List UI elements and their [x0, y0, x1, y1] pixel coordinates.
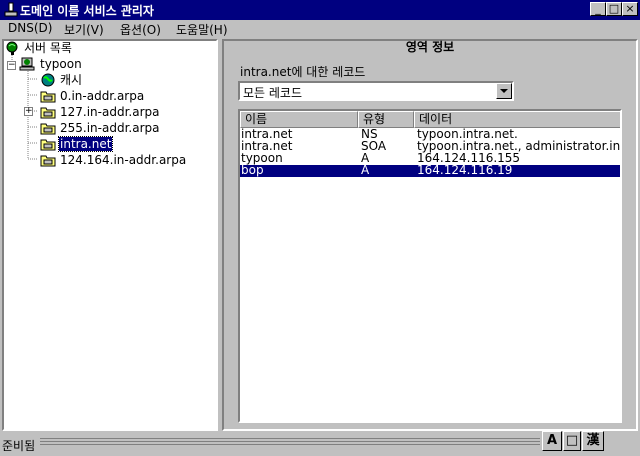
records-label: intra.net에 대한 레코드	[240, 65, 366, 79]
tree-node-cache[interactable]: 캐시	[60, 73, 82, 87]
ime-alpha-button[interactable]: A	[542, 431, 562, 451]
cell-name: bop	[241, 164, 264, 177]
column-header-type[interactable]: 유형	[358, 111, 414, 128]
dns-app-icon	[4, 2, 18, 17]
record-filter-value: 모든 레코드	[243, 86, 303, 100]
title-bar: 도메인 이름 서비스 관리자 _ □ ×	[0, 0, 640, 20]
tree-node-zone[interactable]: 255.in-addr.arpa	[60, 121, 159, 135]
window-title: 도메인 이름 서비스 관리자	[20, 4, 154, 18]
tree-node-zone[interactable]: 0.in-addr.arpa	[60, 89, 144, 103]
zone-folder-icon	[40, 139, 56, 151]
column-header-data[interactable]: 데이터	[414, 111, 620, 128]
chevron-down-icon	[500, 89, 508, 93]
zone-folder-icon	[40, 155, 56, 167]
cell-data: 164.124.116.19	[417, 164, 513, 177]
zone-info-title: 영역 정보	[405, 40, 455, 54]
server-icon	[19, 57, 35, 71]
close-button[interactable]: ×	[622, 2, 638, 16]
record-filter-dropdown[interactable]: 모든 레코드	[238, 81, 514, 101]
status-text: 준비됨	[2, 439, 36, 453]
zone-folder-icon	[40, 107, 56, 119]
collapse-toggle[interactable]: −	[7, 61, 16, 70]
menu-bar: DNS(D) 보기(V) 옵션(O) 도움말(H)	[0, 20, 640, 38]
tree-root-label[interactable]: 서버 목록	[24, 41, 72, 55]
menu-dns[interactable]: DNS(D)	[8, 21, 52, 35]
status-divider	[40, 444, 540, 445]
maximize-button[interactable]: □	[606, 2, 622, 16]
table-row-selected[interactable]: bop A 164.124.116.19	[240, 164, 620, 177]
dropdown-button[interactable]	[496, 83, 512, 99]
tree-server-label[interactable]: typoon	[40, 57, 82, 71]
ime-hanja-button[interactable]: 漢	[582, 431, 604, 451]
menu-options[interactable]: 옵션(O)	[120, 21, 161, 38]
globe-icon	[41, 73, 55, 87]
minimize-button[interactable]: _	[590, 2, 606, 16]
server-list-icon	[6, 41, 18, 55]
tree-node-zone[interactable]: 124.164.in-addr.arpa	[60, 153, 186, 167]
record-list[interactable]: 이름 유형 데이터 intra.net NS typoon.intra.net.…	[238, 109, 622, 423]
expand-toggle[interactable]: +	[24, 107, 33, 116]
column-header-name[interactable]: 이름	[240, 111, 358, 128]
status-divider	[40, 438, 540, 439]
tree-node-zone-selected[interactable]: intra.net	[57, 136, 114, 152]
server-tree[interactable]: 서버 목록 − typoon 캐시 0.in-addr.arpa + 127.i…	[2, 39, 218, 431]
zone-info-panel: 영역 정보 intra.net에 대한 레코드 모든 레코드 이름 유형 데이터…	[222, 39, 638, 431]
cell-type: A	[361, 164, 370, 177]
zone-folder-icon	[40, 91, 56, 103]
menu-view[interactable]: 보기(V)	[64, 21, 104, 38]
ime-width-button[interactable]: □	[563, 431, 581, 451]
tree-node-zone[interactable]: 127.in-addr.arpa	[60, 105, 159, 119]
menu-help[interactable]: 도움말(H)	[176, 21, 228, 38]
zone-folder-icon	[40, 123, 56, 135]
status-divider	[40, 441, 540, 442]
